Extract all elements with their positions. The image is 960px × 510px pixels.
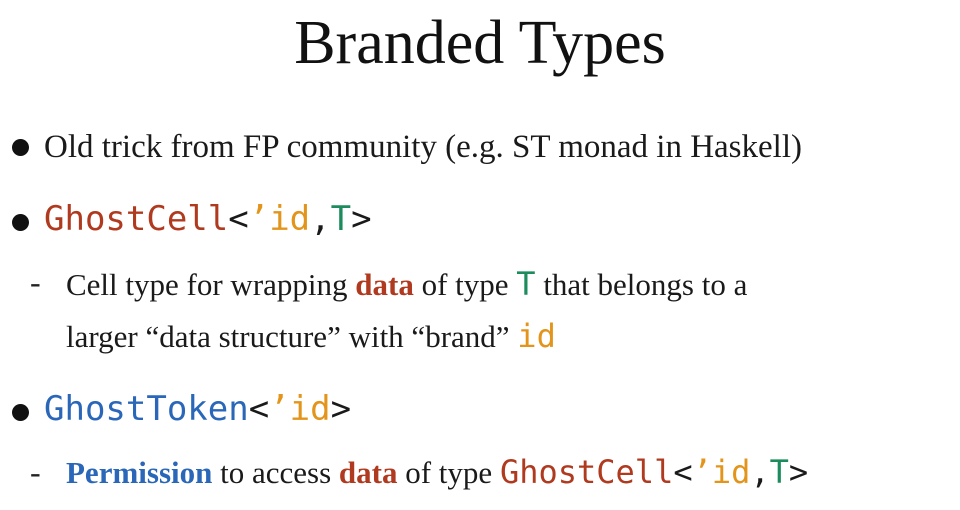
comma: ,: [750, 453, 770, 491]
angle-close: >: [330, 389, 352, 429]
desc-text: larger “data structure” with “brand”: [66, 319, 518, 354]
bullet-dot: [12, 404, 29, 421]
lifetime-id: ’id: [248, 199, 311, 239]
desc-text: Cell type for wrapping: [66, 267, 356, 302]
ghostcell-description-line-2: larger “data structure” with “brand” id: [66, 316, 556, 357]
ghostcell-name: GhostCell: [499, 453, 674, 491]
slide: Branded Types Old trick from FP communit…: [0, 0, 960, 510]
type-param-t: T: [516, 265, 536, 303]
ghosttoken-signature: GhostToken<’id>: [44, 387, 351, 431]
bullet-dot: [12, 214, 29, 231]
ghostcell-signature: GhostCell<’id,T>: [44, 197, 372, 241]
ghostcell-name: GhostCell: [44, 199, 229, 239]
emphasis-data: data: [355, 267, 414, 302]
lifetime-id: ’id: [692, 453, 751, 491]
comma: ,: [310, 199, 331, 239]
ghosttoken-name: GhostToken: [44, 389, 249, 429]
angle-close: >: [351, 199, 372, 239]
angle-open: <: [228, 199, 249, 239]
desc-text: that belongs to a: [535, 267, 748, 302]
ghostcell-inline-signature: GhostCell<’id,T>: [500, 453, 808, 491]
angle-open: <: [673, 453, 693, 491]
slide-title: Branded Types: [294, 9, 666, 77]
ghostcell-description-line-1: Cell type for wrapping data of type T th…: [66, 264, 747, 305]
type-param-t: T: [769, 453, 789, 491]
lifetime-id: ’id: [269, 389, 331, 429]
angle-open: <: [248, 389, 270, 429]
sub-bullet-dash: -: [30, 264, 41, 300]
sub-bullet-dash: -: [30, 454, 41, 490]
type-param-t: T: [330, 199, 352, 239]
ghosttoken-description: Permission to access data of type GhostC…: [66, 452, 808, 493]
emphasis-permission: Permission: [66, 455, 213, 490]
angle-close: >: [788, 453, 809, 491]
desc-text: to access: [212, 455, 339, 490]
desc-text: of type: [413, 267, 517, 302]
bullet-dot: [12, 139, 29, 156]
desc-text: of type: [397, 455, 500, 490]
bullet-1-text: Old trick from FP community (e.g. ST mon…: [44, 129, 803, 165]
brand-id: id: [517, 317, 556, 355]
emphasis-data: data: [338, 455, 398, 490]
